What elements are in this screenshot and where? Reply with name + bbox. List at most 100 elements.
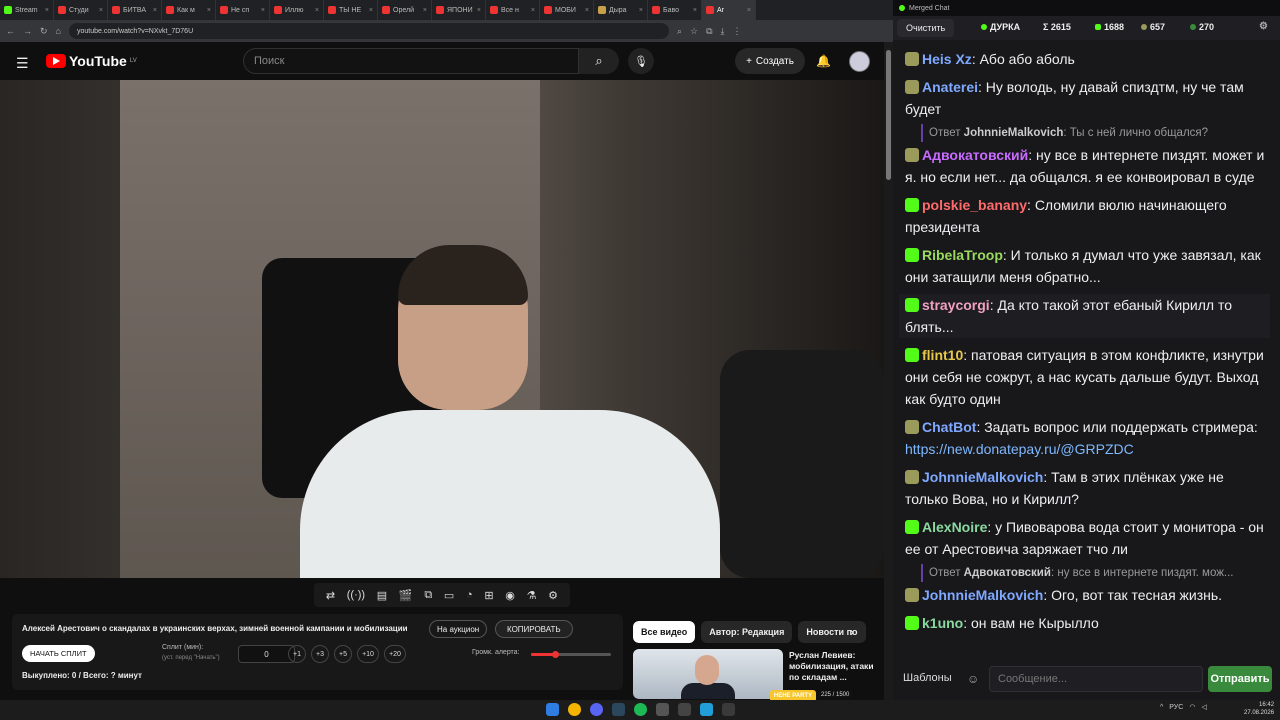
tab-close-icon[interactable]: ×	[747, 7, 751, 14]
loop-icon[interactable]: ⇄	[326, 589, 335, 602]
tab-close-icon[interactable]: ×	[315, 7, 319, 14]
settings-gear-icon[interactable]: ⚙	[548, 589, 558, 602]
discord-icon[interactable]	[590, 703, 603, 716]
tab-close-icon[interactable]: ×	[99, 7, 103, 14]
chat-username[interactable]: straycorgi	[922, 297, 990, 313]
browser-tab[interactable]: Студи ×	[54, 0, 108, 20]
tab-close-icon[interactable]: ×	[585, 7, 589, 14]
chrome-icon[interactable]	[568, 703, 581, 716]
browser-tab[interactable]: БИТВА ×	[108, 0, 162, 20]
extensions-icon[interactable]: ⧉	[706, 26, 712, 37]
tab-close-icon[interactable]: ×	[639, 7, 643, 14]
youtube-logo[interactable]: YouTube LV	[46, 53, 137, 69]
browser-tab[interactable]: Как м ×	[162, 0, 216, 20]
search-button[interactable]: ⌕	[579, 48, 619, 74]
forward-icon[interactable]: →	[23, 26, 32, 36]
url-field[interactable]: youtube.com/watch?v=NXvkt_7D76U	[68, 23, 669, 39]
browser-tab[interactable]: ТЫ НЕ ×	[324, 0, 378, 20]
recommended-video-title[interactable]: Руслан Левиев: мобилизация, атаки по скл…	[789, 650, 885, 683]
chat-username[interactable]: Heis Xz	[922, 51, 972, 67]
chat-username[interactable]: AlexNoire	[922, 519, 987, 535]
browser-tab[interactable]: Иллю ×	[270, 0, 324, 20]
chat-link[interactable]: https://new.donatepay.ru/@GRPZDC	[905, 441, 1134, 457]
explorer-icon[interactable]	[722, 703, 735, 716]
tab-close-icon[interactable]: ×	[153, 7, 157, 14]
chat-message-list[interactable]: Heis Xz: Або або аболь Anaterei: Ну волод…	[893, 44, 1280, 658]
telegram-icon[interactable]	[700, 703, 713, 716]
tab-close-icon[interactable]: ×	[423, 7, 427, 14]
subtitles-icon[interactable]: ▭	[444, 589, 454, 602]
reply-username[interactable]: Адвокатовский	[964, 567, 1051, 579]
zoom-icon[interactable]: ⌕	[677, 26, 682, 37]
chat-username[interactable]: RibelaTroop	[922, 247, 1003, 263]
chat-username[interactable]: Anaterei	[922, 79, 978, 95]
chat-username[interactable]: Адвокатовский	[922, 147, 1028, 163]
chat-username[interactable]: polskie_banany	[922, 197, 1027, 213]
playlist-icon[interactable]: ▤	[377, 589, 387, 602]
increment-button-1[interactable]: +1	[288, 645, 306, 663]
tab-close-icon[interactable]: ×	[45, 7, 49, 14]
clear-chat-button[interactable]: Очистить	[897, 19, 955, 37]
notifications-bell-icon[interactable]: 🔔	[816, 54, 831, 68]
steam-icon[interactable]	[612, 703, 625, 716]
browser-tab[interactable]: МОБИ ×	[540, 0, 594, 20]
browser-tab[interactable]: ЯПОНИ ×	[432, 0, 486, 20]
user-avatar[interactable]	[849, 51, 870, 72]
chat-username[interactable]: k1uno	[922, 615, 963, 631]
obs-icon[interactable]	[678, 703, 691, 716]
reply-username[interactable]: JohnnieMalkovich	[964, 127, 1064, 139]
chip-all-videos[interactable]: Все видео	[633, 621, 696, 643]
language-indicator[interactable]: РУС	[1169, 704, 1183, 711]
to-auction-button[interactable]: На аукцион	[429, 620, 488, 638]
increment-button-5[interactable]: +5	[334, 645, 352, 663]
home-icon[interactable]: ⌂	[56, 26, 61, 36]
tab-close-icon[interactable]: ×	[693, 7, 697, 14]
chip-author[interactable]: Автор: Редакция	[701, 621, 793, 643]
tray-chevron-icon[interactable]: ^	[1160, 704, 1163, 711]
chip-news[interactable]: Новости по	[798, 621, 866, 643]
page-scrollbar-thumb[interactable]	[886, 50, 891, 180]
chat-settings-gear-icon[interactable]: ⚙	[1259, 21, 1268, 32]
tab-close-icon[interactable]: ×	[369, 7, 373, 14]
increment-button-20[interactable]: +20	[384, 645, 406, 663]
start-icon[interactable]	[546, 703, 559, 716]
increment-button-10[interactable]: +10	[357, 645, 379, 663]
tab-close-icon[interactable]: ×	[207, 7, 211, 14]
video-player[interactable]: P	[0, 80, 884, 578]
taskbar-clock[interactable]: 16:42 27.08.2026	[1244, 701, 1274, 717]
chat-username[interactable]: ChatBot	[922, 419, 976, 435]
chat-message-input[interactable]: Сообщение...	[989, 666, 1203, 692]
browser-tab[interactable]: Дыра ×	[594, 0, 648, 20]
increment-button-3[interactable]: +3	[311, 645, 329, 663]
recommended-video-thumbnail[interactable]	[633, 649, 783, 699]
tab-close-icon[interactable]: ×	[261, 7, 265, 14]
browser-tab[interactable]: Ar ×	[702, 0, 756, 20]
voice-search-button[interactable]: 🎙	[628, 48, 654, 74]
copy-button[interactable]: КОПИРОВАТЬ	[495, 620, 573, 638]
app-icon[interactable]	[656, 703, 669, 716]
tab-close-icon[interactable]: ×	[477, 7, 481, 14]
back-icon[interactable]: ←	[6, 26, 15, 36]
emoji-icon[interactable]: ☺	[967, 672, 979, 686]
clapper-icon[interactable]: 🎬	[399, 589, 413, 602]
send-button[interactable]: Отправить	[1208, 666, 1272, 692]
volume-icon[interactable]: ◁	[1201, 703, 1206, 711]
speed-gauge-icon[interactable]: ◔	[466, 589, 473, 601]
alert-volume-knob[interactable]	[552, 651, 559, 658]
hamburger-menu-icon[interactable]: ☰	[16, 55, 29, 72]
pip-icon[interactable]: ⧉	[424, 589, 432, 602]
chevron-right-icon[interactable]: ›	[850, 625, 854, 639]
chat-username[interactable]: JohnnieMalkovich	[922, 587, 1043, 603]
reload-icon[interactable]: ↻	[40, 26, 48, 37]
alert-volume-slider[interactable]	[531, 651, 611, 658]
browser-tab[interactable]: Stream ×	[0, 0, 54, 20]
split-minutes-input[interactable]: 0	[238, 645, 295, 663]
menu-icon[interactable]: ⋮	[733, 26, 742, 37]
tab-close-icon[interactable]: ×	[531, 7, 535, 14]
broadcast-icon[interactable]: ((·))	[347, 589, 365, 601]
bookmark-star-icon[interactable]: ☆	[690, 26, 698, 37]
browser-tab[interactable]: Баво ×	[648, 0, 702, 20]
start-split-button[interactable]: НАЧАТЬ СПЛИТ	[22, 645, 95, 662]
create-button[interactable]: + Создать	[735, 48, 805, 74]
templates-button[interactable]: Шаблоны	[903, 672, 952, 684]
